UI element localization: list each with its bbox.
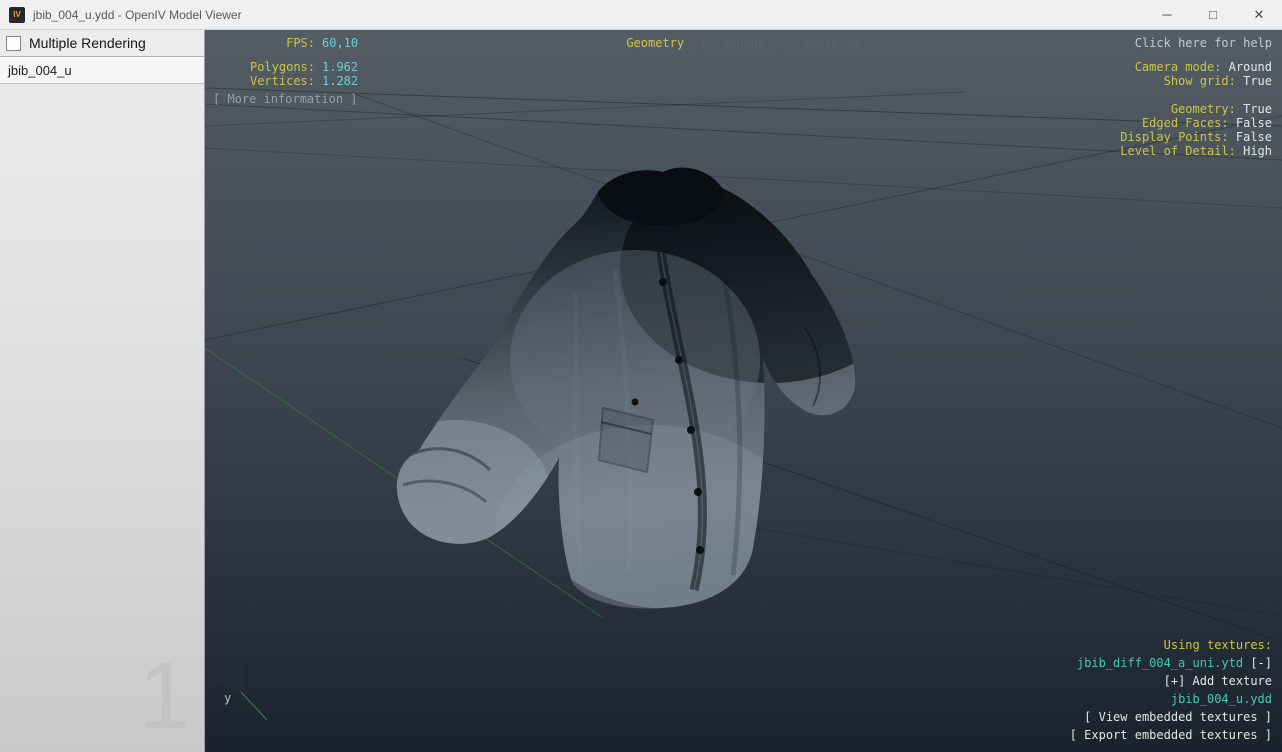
multiple-rendering-row: Multiple Rendering [0, 30, 204, 57]
display-points-value: False [1236, 130, 1272, 144]
using-textures-heading: Using textures: [1070, 636, 1272, 654]
help-link[interactable]: Click here for help [1135, 36, 1272, 50]
tab-separator: | [780, 36, 787, 50]
tab-sounds[interactable]: Sounds [722, 36, 765, 50]
level-of-detail-value: High [1243, 144, 1272, 158]
vertices-label: Vertices: [211, 74, 315, 88]
window-controls: ─ □ ✕ [1144, 0, 1282, 29]
app-window: IV jbib_004_u.ydd - OpenIV Model Viewer … [0, 0, 1282, 752]
edged-faces-label: Edged Faces: [1142, 116, 1229, 130]
geometry-option-value: True [1243, 102, 1272, 116]
tab-geometry[interactable]: Geometry [626, 36, 684, 50]
camera-mode-row[interactable]: Camera mode: Around [1135, 60, 1272, 74]
show-grid-row[interactable]: Show grid: True [1135, 74, 1272, 88]
level-of-detail-label: Level of Detail: [1120, 144, 1236, 158]
render-options: Geometry: True Edged Faces: False Displa… [1120, 102, 1272, 158]
texture-file-row: jbib_diff_004_a_uni.ytd [-] [1070, 654, 1272, 672]
show-grid-label: Show grid: [1164, 74, 1236, 88]
camera-mode-label: Camera mode: [1135, 60, 1222, 74]
y-axis-label: y [224, 692, 231, 704]
app-icon: IV [9, 7, 25, 23]
model-viewport-canvas[interactable]: FPS: 60,10 Polygons: 1.962 Vertices: 1.2… [205, 30, 1282, 752]
display-points-label: Display Points: [1120, 130, 1228, 144]
view-embedded-textures-button[interactable]: [ View embedded textures ] [1070, 708, 1272, 726]
textures-panel: Using textures: jbib_diff_004_a_uni.ytd … [1070, 636, 1272, 744]
display-points-option-row[interactable]: Display Points: False [1120, 130, 1272, 144]
window-title: jbib_004_u.ydd - OpenIV Model Viewer [33, 8, 242, 22]
close-button[interactable]: ✕ [1236, 0, 1282, 29]
level-of-detail-option-row[interactable]: Level of Detail: High [1120, 144, 1272, 158]
export-embedded-textures-button[interactable]: [ Export embedded textures ] [1070, 726, 1272, 744]
maximize-button[interactable]: □ [1190, 0, 1236, 29]
page-number-watermark: 1 [138, 649, 191, 744]
title-bar: IV jbib_004_u.ydd - OpenIV Model Viewer … [0, 0, 1282, 30]
add-texture-button[interactable]: [+] Add texture [1070, 672, 1272, 690]
texture-file-name: jbib_diff_004_a_uni.ytd [1077, 656, 1243, 670]
tab-skeleton[interactable]: Skeleton [803, 36, 861, 50]
geometry-option-row[interactable]: Geometry: True [1120, 102, 1272, 116]
viewport-tabs: Geometry | Sounds | Skeleton [205, 36, 1282, 50]
sidebar: Multiple Rendering jbib_004_u 1 [0, 30, 205, 752]
camera-mode-value: Around [1229, 60, 1272, 74]
model-shirt [360, 153, 920, 645]
more-information-link[interactable]: [ More information ] [213, 92, 358, 106]
multiple-rendering-checkbox[interactable] [6, 36, 21, 51]
geometry-option-label: Geometry: [1171, 102, 1236, 116]
polygons-row: Polygons: 1.962 [211, 60, 358, 74]
model-list-item-label: jbib_004_u [8, 63, 72, 78]
multiple-rendering-label: Multiple Rendering [29, 35, 146, 51]
show-grid-value: True [1243, 74, 1272, 88]
edged-faces-value: False [1236, 116, 1272, 130]
tab-separator: | [699, 36, 706, 50]
vertices-value: 1.282 [322, 74, 358, 88]
axis-lines [205, 348, 603, 720]
model-file-name: jbib_004_u.ydd [1070, 690, 1272, 708]
minimize-button[interactable]: ─ [1144, 0, 1190, 29]
edged-faces-option-row[interactable]: Edged Faces: False [1120, 116, 1272, 130]
vertices-row: Vertices: 1.282 [211, 74, 358, 88]
polygons-value: 1.962 [322, 60, 358, 74]
model-list-item[interactable]: jbib_004_u [0, 57, 204, 84]
remove-texture-button[interactable]: [-] [1250, 656, 1272, 670]
grid-lines [205, 88, 1282, 642]
polygons-label: Polygons: [211, 60, 315, 74]
camera-settings: Camera mode: Around Show grid: True [1135, 60, 1272, 88]
